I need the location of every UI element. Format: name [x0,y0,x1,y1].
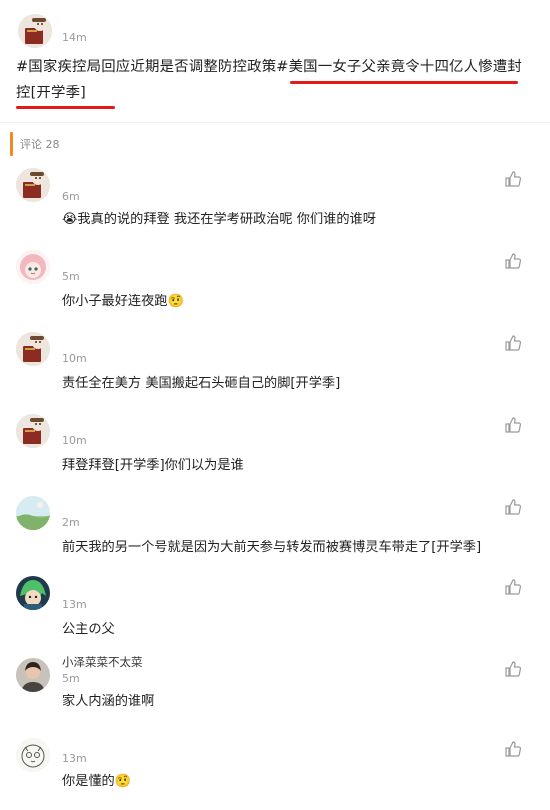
commenter-username[interactable]: 小泽菜菜不太菜 [62,654,143,670]
comment-count-accent [10,132,13,156]
comment-item: 13m 公主の父 [0,568,550,648]
weibo-post: 14m #国家疾控局回应近期是否调整防控政策#美国一女子父亲竟令十四亿人惨遭封控… [0,0,550,118]
comment-count[interactable]: 评论 28 [20,136,60,152]
comment-timestamp: 5m [62,672,80,685]
red-underline-annotation [16,106,115,109]
post-hashtag[interactable]: #国家疾控局回应近期是否调整防控政策# [16,59,289,75]
comment-timestamp: 13m [62,752,87,765]
commenter-avatar[interactable] [16,414,50,448]
comment-text: 家人内涵的谁啊 [62,694,155,709]
comment-text: 公主の父 [62,622,115,637]
comment-text: 你是懂的🤨 [62,774,132,789]
thumb-up-icon[interactable] [504,740,522,758]
commenter-avatar[interactable] [16,496,50,530]
landscape-avatar-icon [16,496,50,530]
commenter-avatar[interactable] [16,658,50,692]
comment-timestamp: 5m [62,270,80,283]
comment-item: 5m 你小子最好连夜跑🤨 [0,242,550,322]
thumb-up-icon[interactable] [504,660,522,678]
comment-item: 2m 前天我的另一个号就是因为大前天参与转发而被赛博灵车带走了[开学季] [0,488,550,568]
sketch-cat-avatar-icon [16,738,50,772]
comment-text: 拜登拜登[开学季]你们以为是谁 [62,458,244,473]
post-text: #国家疾控局回应近期是否调整防控政策#美国一女子父亲竟令十四亿人惨遭封控[开学季… [16,54,531,106]
person-photo-avatar-icon [16,658,50,692]
red-book-avatar-icon [16,168,50,202]
comment-text: 你小子最好连夜跑🤨 [62,294,184,309]
comment-list: 6m 😭我真的说的拜登 我还在学考研政治呢 你们谁的谁呀 5m 你小子最好连夜跑… [0,160,550,800]
thumb-up-icon[interactable] [504,334,522,352]
green-hair-anime-avatar-icon [16,576,50,610]
thumb-up-icon[interactable] [504,498,522,516]
comment-item: 小泽菜菜不太菜 5m 家人内涵的谁啊 [0,650,550,730]
red-book-avatar-icon [16,332,50,366]
comment-item: 13m 你是懂的🤨 [0,730,550,810]
commenter-avatar[interactable] [16,738,50,772]
comment-item: 10m 拜登拜登[开学季]你们以为是谁 [0,406,550,486]
thumb-up-icon[interactable] [504,170,522,188]
red-book-avatar-icon [16,414,50,448]
thumb-up-icon[interactable] [504,578,522,596]
comment-item: 10m 责任全在美方 美国搬起石头砸自己的脚[开学季] [0,324,550,404]
comment-text: 前天我的另一个号就是因为大前天参与转发而被赛博灵车带走了[开学季] [62,540,482,555]
red-book-avatar-icon [18,14,52,48]
thumb-up-icon[interactable] [504,416,522,434]
comment-text: 责任全在美方 美国搬起石头砸自己的脚[开学季] [62,376,341,391]
commenter-avatar[interactable] [16,576,50,610]
comment-timestamp: 13m [62,598,87,611]
post-timestamp: 14m [62,31,87,44]
section-divider [0,122,550,123]
red-underline-annotation [290,81,518,84]
comment-timestamp: 10m [62,434,87,447]
pink-hair-anime-avatar-icon [16,250,50,284]
comment-text: 😭我真的说的拜登 我还在学考研政治呢 你们谁的谁呀 [62,212,376,227]
commenter-avatar[interactable] [16,168,50,202]
post-author-avatar[interactable] [18,14,52,48]
comment-item: 6m 😭我真的说的拜登 我还在学考研政治呢 你们谁的谁呀 [0,160,550,240]
comment-timestamp: 6m [62,190,80,203]
post-emoji-tag: [开学季] [30,85,86,101]
comment-timestamp: 2m [62,516,80,529]
commenter-avatar[interactable] [16,250,50,284]
comment-timestamp: 10m [62,352,87,365]
thumb-up-icon[interactable] [504,252,522,270]
commenter-avatar[interactable] [16,332,50,366]
